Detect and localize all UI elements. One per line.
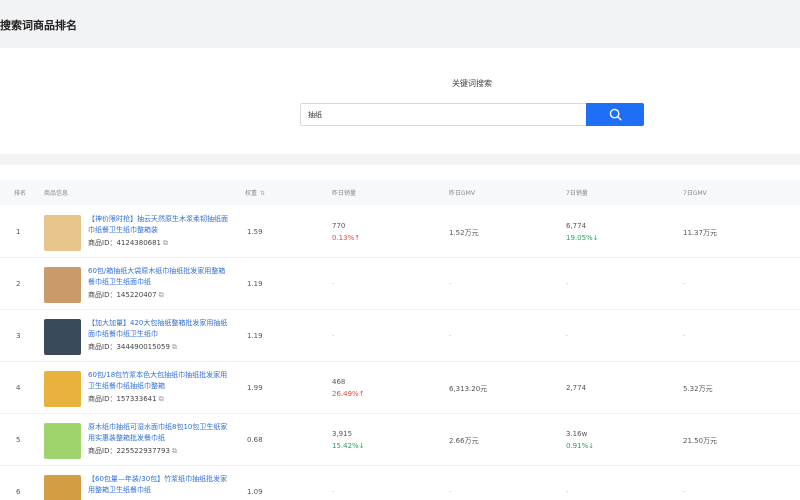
keyword-search-label: 关键词搜索 <box>452 79 492 88</box>
day-sales-value: - <box>332 332 335 340</box>
sort-icon[interactable]: ⇅ <box>260 190 265 197</box>
product-thumbnail[interactable] <box>44 267 81 303</box>
search-input[interactable] <box>300 103 587 126</box>
product-thumbnail[interactable] <box>44 423 81 459</box>
day-sales-value: 770 <box>332 222 346 230</box>
row-index: 2 <box>16 280 21 288</box>
week-gmv-value: - <box>683 280 686 288</box>
day-sales-value: - <box>332 488 335 496</box>
table-row: 5 原木纸巾抽纸可湿水面巾纸8包10包卫生纸家用实惠装整箱批发餐巾纸 商品ID：… <box>0 414 800 466</box>
product-thumbnail[interactable] <box>44 371 81 407</box>
product-id: 商品ID：145220407 ⧉ <box>88 291 164 299</box>
day-sales-change: 15.42%↓ <box>332 442 365 450</box>
day-sales-value: 3,915 <box>332 430 353 438</box>
copy-icon[interactable]: ⧉ <box>159 395 164 403</box>
table-row: 2 60包/箱抽纸大袋原木纸巾抽纸批发家用整箱餐巾纸卫生纸面巾纸 商品ID：14… <box>0 258 800 310</box>
week-gmv-value: 5.32万元 <box>683 385 713 393</box>
product-thumbnail[interactable] <box>44 475 81 500</box>
day-gmv-value: 1.52万元 <box>449 229 479 237</box>
product-thumbnail[interactable] <box>44 319 81 355</box>
table-row: 3 【加大加量】420大包抽纸整箱批发家用抽纸面巾纸餐巾纸卫生纸巾 商品ID：3… <box>0 310 800 362</box>
column-header-day-sales: 昨日销量 <box>332 190 357 197</box>
product-name-link[interactable]: 【加大加量】420大包抽纸整箱批发家用抽纸面巾纸餐巾纸卫生纸巾 <box>88 318 232 340</box>
week-sales-value: 6,774 <box>566 222 587 230</box>
search-panel: 关键词搜索 <box>0 48 800 154</box>
weight-value: 0.68 <box>247 436 263 444</box>
ranking-table: 排名 商品信息 权重 ⇅ 昨日销量 昨日GMV 7日销量 7日GMV 1 【神价限… <box>0 165 800 500</box>
product-name-link[interactable]: 【神价限时抢】抽云天然原生木浆柔韧抽纸面巾纸餐卫生纸巾整箱装 <box>88 214 232 236</box>
week-sales-value: - <box>566 488 569 496</box>
product-id: 商品ID：344490015059 ⧉ <box>88 343 177 351</box>
table-row: 6 【60包量—年装/30包】竹浆纸巾抽纸批发家用整箱卫生纸餐巾纸 1.09 -… <box>0 466 800 500</box>
week-gmv-value: 11.37万元 <box>683 229 718 237</box>
row-index: 5 <box>16 436 21 444</box>
product-name-link[interactable]: 60包/箱抽纸大袋原木纸巾抽纸批发家用整箱餐巾纸卫生纸面巾纸 <box>88 266 232 288</box>
weight-value: 1.99 <box>247 384 263 392</box>
week-sales-value: 2,774 <box>566 384 587 392</box>
weight-value: 1.19 <box>247 280 263 288</box>
copy-icon[interactable]: ⧉ <box>159 291 164 299</box>
day-sales-value: 468 <box>332 378 346 386</box>
row-index: 4 <box>16 384 21 392</box>
product-name-link[interactable]: 60包/18包竹浆本色大包抽纸巾抽纸批发家用卫生纸餐巾纸抽纸巾整箱 <box>88 370 232 392</box>
search-button[interactable] <box>586 103 644 126</box>
row-index: 3 <box>16 332 21 340</box>
column-header-index: 排名 <box>14 190 27 197</box>
week-sales-value: - <box>566 280 569 288</box>
day-gmv-value: 2.66万元 <box>449 437 479 445</box>
row-index: 1 <box>16 228 21 236</box>
page-title: 搜索词商品排名 <box>0 19 77 32</box>
column-header-product: 商品信息 <box>44 190 69 197</box>
search-icon <box>609 108 622 121</box>
week-sales-value: - <box>566 332 569 340</box>
page-header: 搜索词商品排名 <box>0 0 800 48</box>
day-gmv-value: - <box>449 280 452 288</box>
column-header-week-sales: 7日销量 <box>566 190 588 197</box>
weight-value: 1.19 <box>247 332 263 340</box>
week-sales-value: 3.16w <box>566 430 588 438</box>
copy-icon[interactable]: ⧉ <box>172 447 177 455</box>
product-name-link[interactable]: 【60包量—年装/30包】竹浆纸巾抽纸批发家用整箱卫生纸餐巾纸 <box>88 474 232 496</box>
weight-value: 1.59 <box>247 228 263 236</box>
table-row: 4 60包/18包竹浆本色大包抽纸巾抽纸批发家用卫生纸餐巾纸抽纸巾整箱 商品ID… <box>0 362 800 414</box>
day-gmv-value: - <box>449 332 452 340</box>
column-header-day-gmv: 昨日GMV <box>449 190 475 197</box>
copy-icon[interactable]: ⧉ <box>172 343 177 351</box>
week-sales-change: 0.91%↓ <box>566 442 595 450</box>
day-sales-value: - <box>332 280 335 288</box>
week-gmv-value: 21.50万元 <box>683 437 718 445</box>
column-header-week-gmv: 7日GMV <box>683 190 707 197</box>
week-gmv-value: - <box>683 488 686 496</box>
row-index: 6 <box>16 488 21 496</box>
product-id: 商品ID：225522937793 ⧉ <box>88 447 177 455</box>
product-name-link[interactable]: 原木纸巾抽纸可湿水面巾纸8包10包卫生纸家用实惠装整箱批发餐巾纸 <box>88 422 232 444</box>
week-gmv-value: - <box>683 332 686 340</box>
product-id: 商品ID：157333641 ⧉ <box>88 395 164 403</box>
day-sales-change: 26.49%↑ <box>332 390 365 398</box>
product-id: 商品ID：4124380681 ⧉ <box>88 239 169 247</box>
product-thumbnail[interactable] <box>44 215 81 251</box>
day-gmv-value: - <box>449 488 452 496</box>
week-sales-change: 19.05%↓ <box>566 234 599 242</box>
day-sales-change: 0.13%↑ <box>332 234 361 242</box>
copy-icon[interactable]: ⧉ <box>163 239 168 247</box>
table-header: 排名 商品信息 权重 ⇅ 昨日销量 昨日GMV 7日销量 7日GMV <box>0 180 800 205</box>
table-row: 1 【神价限时抢】抽云天然原生木浆柔韧抽纸面巾纸餐卫生纸巾整箱装 商品ID：41… <box>0 206 800 258</box>
weight-value: 1.09 <box>247 488 263 496</box>
column-header-weight[interactable]: 权重 ⇅ <box>245 188 265 197</box>
day-gmv-value: 6,313.20元 <box>449 385 488 393</box>
